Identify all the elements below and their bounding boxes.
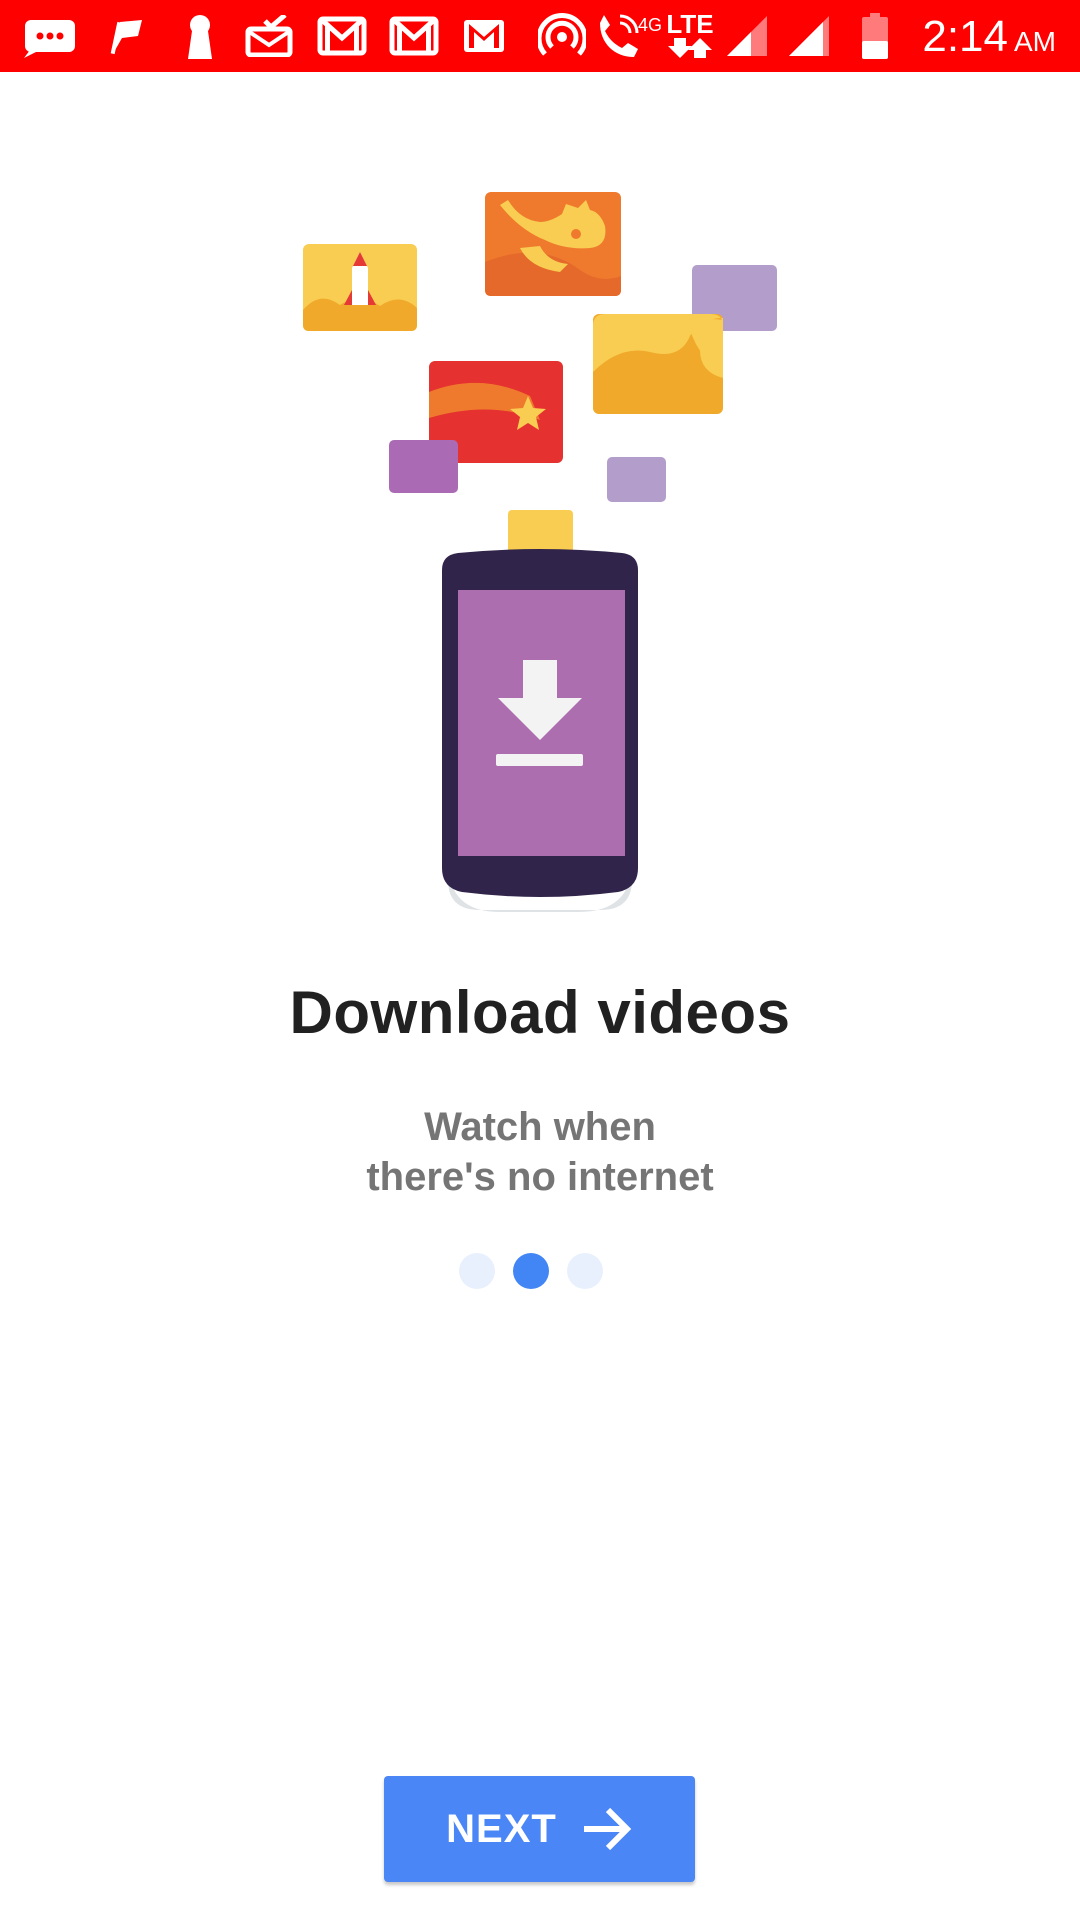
gmail-icon <box>316 12 368 60</box>
clock-time: 2:14 <box>922 12 1008 61</box>
subtitle-line-2: there's no internet <box>366 1155 714 1199</box>
flag-icon <box>108 12 148 60</box>
page-subtitle: Watch when there's no internet <box>0 1102 1080 1202</box>
arrow-right-icon <box>583 1807 632 1851</box>
hotspot-icon <box>537 12 587 60</box>
next-button-label: NEXT <box>446 1806 557 1851</box>
mail-check-icon <box>244 12 294 60</box>
clock: 2:14 AM <box>922 12 1056 61</box>
page-indicator <box>0 1253 1080 1289</box>
subtitle-line-1: Watch when <box>424 1105 656 1149</box>
next-button[interactable]: NEXT <box>384 1776 695 1882</box>
messages-icon <box>22 12 80 60</box>
lte-label: LTE <box>666 9 714 39</box>
lte-data-icon: LTE <box>662 9 718 60</box>
purple-block <box>389 440 458 493</box>
rocket-thumbnail <box>303 244 417 331</box>
keyhole-icon <box>180 12 220 60</box>
gmail-icon <box>460 12 508 60</box>
clock-ampm: AM <box>1014 26 1056 57</box>
page-dot[interactable] <box>459 1253 495 1289</box>
signal-icon <box>724 12 770 60</box>
phone-icon <box>442 549 638 897</box>
gmail-icon <box>388 12 440 60</box>
download-videos-illustration <box>0 72 1080 932</box>
svg-text:4G: 4G <box>638 15 662 35</box>
illustration-graphic <box>303 192 777 912</box>
battery-icon <box>860 12 890 60</box>
status-bar: 4G LTE 2:14 AM <box>0 0 1080 72</box>
purple-block <box>607 457 666 502</box>
wifi-calling-icon: 4G <box>594 12 664 60</box>
wave-thumbnail <box>593 314 723 414</box>
page-title: Download videos <box>289 979 791 1046</box>
signal-icon <box>786 12 832 60</box>
page-dot-active[interactable] <box>513 1253 549 1289</box>
cat-thumbnail <box>485 192 621 296</box>
page-dot[interactable] <box>567 1253 603 1289</box>
